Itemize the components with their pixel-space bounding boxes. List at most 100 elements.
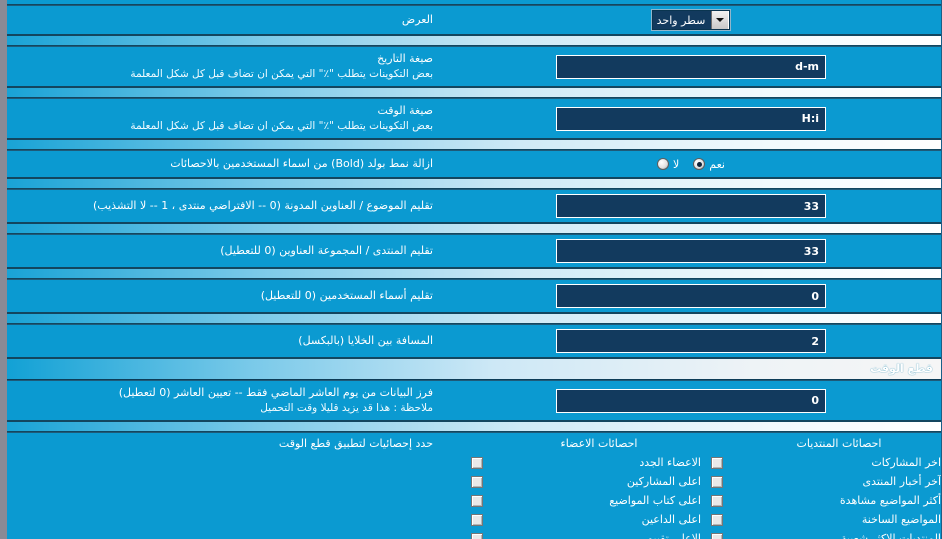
checkbox-icon[interactable] (711, 532, 723, 539)
display-label-cell: العرض (7, 8, 441, 32)
separator-3 (7, 139, 941, 151)
remove-bold-row: نعم لا ازالة نمط بولد (Bold) من اسماء ال… (7, 150, 941, 179)
checkbox-row[interactable]: اعلى كتاب المواضيع (471, 491, 701, 510)
checkbox-label: أكثر المواضيع مشاهدة (839, 494, 941, 508)
checkbox-row[interactable]: أكثر المواضيع مشاهدة (711, 491, 941, 510)
member-statistics-header: احصائات الاعضاء (560, 437, 638, 451)
separator-8 (7, 421, 941, 433)
checkbox-label: المنتديات الاكثر شعبية (841, 532, 941, 539)
cell-spacing-input-cell (441, 325, 941, 357)
checkbox-icon[interactable] (471, 475, 483, 488)
checkbox-icon[interactable] (471, 456, 483, 469)
date-format-label-cell: صيغة التاريخ بعض التكوينات يتطلب "٪" الت… (7, 47, 441, 86)
statistics-columns: احصائات المنتديات اخر المشاركات آخر أخبا… (441, 433, 941, 539)
admin-settings-page: سطر واحد العرض صيغة التاريخ بعض التكوينا… (0, 0, 942, 539)
checkbox-icon[interactable] (471, 532, 483, 539)
remove-bold-option-yes[interactable]: نعم (693, 158, 725, 171)
time-cutoff-desc: ملاحظة : هذا قد يزيد قليلا وقت التحميل (260, 402, 433, 415)
display-select-cell: سطر واحد (441, 6, 941, 34)
time-format-input-cell (441, 103, 941, 135)
time-format-title: صيغة الوقت (377, 104, 433, 118)
checkbox-label: المواضيع الساخنة (861, 513, 941, 527)
checkbox-icon[interactable] (471, 494, 483, 507)
separator-2 (7, 87, 941, 99)
time-cutoff-statistics-label-cell: حدد إحصائيات لتطبيق قطع الوقت (7, 433, 441, 450)
cell-spacing-title: المسافة بين الخلايا (بالبكسل) (298, 334, 433, 348)
radio-selected-icon[interactable] (693, 158, 706, 171)
forum-statistics-column: احصائات المنتديات اخر المشاركات آخر أخبا… (701, 437, 941, 539)
trim-thread-titles-title: تقليم الموضوع / العناوين المدونة (0 -- ا… (93, 199, 433, 213)
checkbox-icon[interactable] (711, 456, 723, 469)
checkbox-row[interactable]: المنتديات الاكثر شعبية (711, 529, 941, 539)
radio-unselected-icon[interactable] (657, 158, 670, 171)
member-statistics-column: احصائات الاعضاء الاعضاء الجدد اعلى المشا… (461, 437, 701, 539)
trim-usernames-input[interactable] (556, 284, 826, 309)
time-format-desc: بعض التكوينات يتطلب "٪" التي يمكن ان تضا… (130, 120, 433, 133)
cell-spacing-label-cell: المسافة بين الخلايا (بالبكسل) (7, 329, 441, 353)
checkbox-label: اعلى كتاب المواضيع (609, 494, 701, 508)
time-cutoff-section-title: قطع الوقت (870, 362, 933, 376)
checkbox-row[interactable]: آخر أخبار المنتدى (711, 472, 941, 491)
remove-bold-label-cell: ازالة نمط بولد (Bold) من اسماء المستخدمي… (7, 152, 441, 176)
trim-usernames-title: تقليم أسماء المستخدمين (0 للتعطيل) (260, 289, 433, 303)
checkbox-label: اخر المشاركات (871, 456, 941, 470)
remove-bold-radio-group[interactable]: نعم لا (657, 158, 725, 171)
forum-statistics-header: احصائات المنتديات (796, 437, 882, 451)
time-cutoff-statistics-section: احصائات المنتديات اخر المشاركات آخر أخبا… (7, 432, 941, 539)
trim-usernames-label-cell: تقليم أسماء المستخدمين (0 للتعطيل) (7, 284, 441, 308)
time-cutoff-section-header: قطع الوقت (7, 358, 941, 381)
remove-bold-title: ازالة نمط بولد (Bold) من اسماء المستخدمي… (170, 157, 433, 171)
date-format-desc: بعض التكوينات يتطلب "٪" التي يمكن ان تضا… (130, 67, 433, 80)
checkbox-label: اعلى المشاركين (626, 475, 701, 489)
trim-forum-titles-input[interactable] (556, 239, 826, 264)
separator-4 (7, 178, 941, 190)
time-cutoff-title: فرز البيانات من يوم العاشر الماضي فقط --… (118, 386, 433, 400)
checkbox-row[interactable]: الاعضاء الجدد (471, 453, 701, 472)
time-format-input[interactable] (556, 106, 826, 131)
checkbox-label: آخر أخبار المنتدى (862, 475, 941, 489)
trim-usernames-row: تقليم أسماء المستخدمين (0 للتعطيل) (7, 279, 941, 314)
cell-spacing-row: المسافة بين الخلايا (بالبكسل) (7, 324, 941, 359)
trim-thread-titles-input-cell (441, 190, 941, 222)
checkbox-icon[interactable] (711, 475, 723, 488)
trim-forum-titles-row: تقليم المنتدى / المجموعة العناوين (0 للت… (7, 234, 941, 269)
separator-6 (7, 268, 941, 280)
date-format-title: صيغة التاريخ (377, 52, 433, 65)
display-mode-select-value: سطر واحد (652, 11, 712, 29)
chevron-down-icon[interactable] (711, 11, 730, 29)
checkbox-label: اعلى الداعين (641, 513, 701, 527)
date-format-input[interactable] (556, 54, 826, 79)
checkbox-row[interactable]: اخر المشاركات (711, 453, 941, 472)
checkbox-label: الاعضاء الجدد (639, 456, 701, 470)
checkbox-row[interactable]: الاعلى تقييم (471, 529, 701, 539)
checkbox-icon[interactable] (711, 494, 723, 507)
time-format-label-cell: صيغة الوقت بعض التكوينات يتطلب "٪" التي … (7, 99, 441, 138)
checkbox-row[interactable]: اعلى الداعين (471, 510, 701, 529)
cell-spacing-input[interactable] (556, 329, 826, 354)
separator-5 (7, 223, 941, 235)
time-cutoff-input[interactable] (556, 388, 826, 413)
checkbox-row[interactable]: اعلى المشاركين (471, 472, 701, 491)
checkbox-row[interactable]: المواضيع الساخنة (711, 510, 941, 529)
display-mode-select[interactable]: سطر واحد (651, 10, 731, 30)
remove-bold-option-no[interactable]: لا (657, 158, 679, 171)
date-format-row: صيغة التاريخ بعض التكوينات يتطلب "٪" الت… (7, 46, 941, 88)
remove-bold-radio-cell: نعم لا (441, 154, 941, 175)
remove-bold-option-yes-label: نعم (709, 157, 725, 171)
trim-thread-titles-input[interactable] (556, 194, 826, 219)
time-cutoff-row: فرز البيانات من يوم العاشر الماضي فقط --… (7, 380, 941, 422)
time-cutoff-label-cell: فرز البيانات من يوم العاشر الماضي فقط --… (7, 381, 441, 420)
time-format-row: صيغة الوقت بعض التكوينات يتطلب "٪" التي … (7, 98, 941, 140)
display-label: العرض (401, 13, 433, 27)
trim-usernames-input-cell (441, 280, 941, 312)
date-format-input-cell (441, 51, 941, 83)
trim-forum-titles-label-cell: تقليم المنتدى / المجموعة العناوين (0 للت… (7, 239, 441, 263)
remove-bold-option-no-label: لا (673, 157, 680, 171)
checkbox-label: الاعلى تقييم (646, 532, 701, 539)
checkbox-icon[interactable] (711, 513, 723, 526)
time-cutoff-input-cell (441, 385, 941, 417)
trim-thread-titles-row: تقليم الموضوع / العناوين المدونة (0 -- ا… (7, 189, 941, 224)
trim-forum-titles-title: تقليم المنتدى / المجموعة العناوين (0 للت… (220, 244, 433, 258)
checkbox-icon[interactable] (471, 513, 483, 526)
time-cutoff-statistics-label: حدد إحصائيات لتطبيق قطع الوقت (278, 437, 433, 451)
